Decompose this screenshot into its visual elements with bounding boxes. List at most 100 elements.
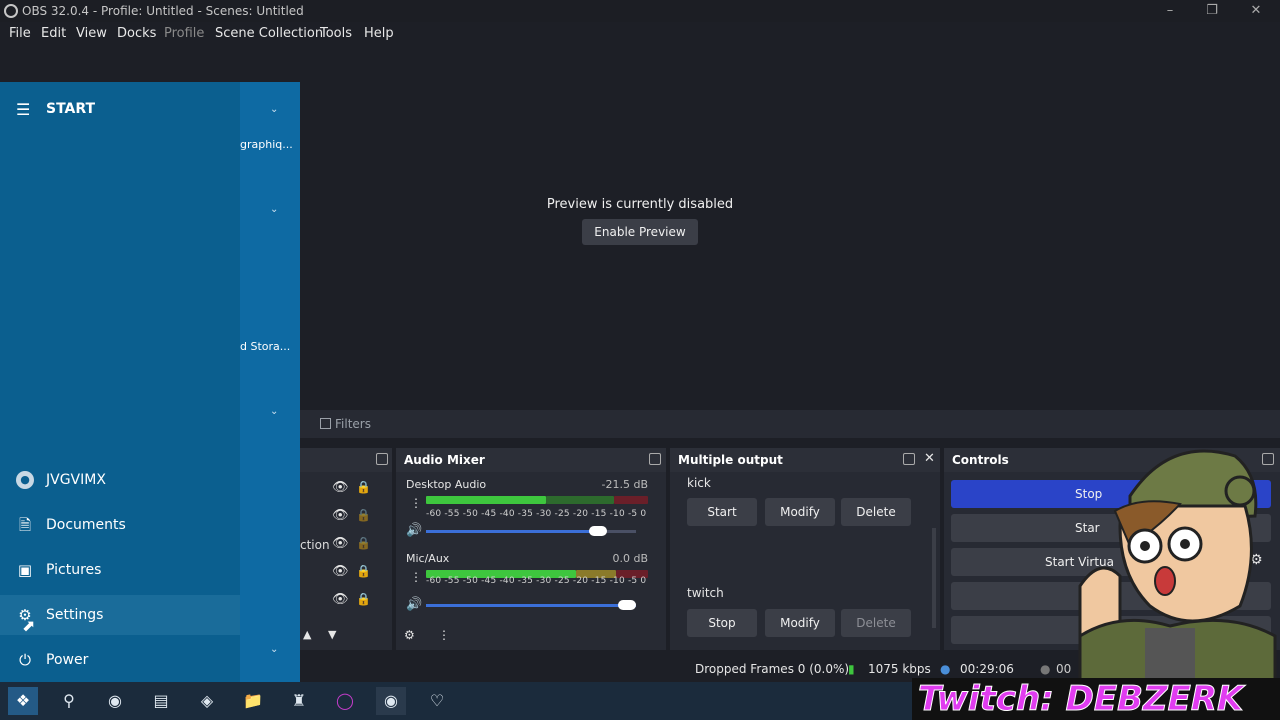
source-name-partial: ction (300, 538, 330, 552)
filters-label: Filters (335, 417, 371, 431)
close-button[interactable]: ✕ (1234, 0, 1278, 22)
move-down-icon[interactable]: ▼ (328, 628, 336, 641)
mouse-cursor-icon: ⬈ (22, 616, 36, 635)
gamepad-icon[interactable]: ♜ (284, 687, 314, 715)
tile-label: d Stora... (240, 340, 291, 353)
chevron-down-icon[interactable]: ⌄ (270, 204, 278, 215)
channel-level: 0.0 dB (612, 552, 648, 565)
kick-delete-button[interactable]: Delete (841, 498, 911, 526)
windows-start-icon[interactable]: ❖ (8, 687, 38, 715)
channel-name: Desktop Audio (406, 478, 487, 491)
preview-disabled-message: Preview is currently disabled (546, 197, 734, 212)
lock-icon[interactable]: 🔒 (356, 564, 371, 578)
undock-icon[interactable] (376, 453, 388, 465)
mixer-menu-icon[interactable]: ⋮ (438, 628, 450, 642)
kick-modify-button[interactable]: Modify (765, 498, 835, 526)
visibility-icon[interactable]: 👁 (332, 564, 349, 579)
search-icon[interactable]: ⚲ (54, 687, 84, 715)
menu-profile[interactable]: Profile (164, 22, 204, 46)
visibility-icon[interactable]: 👁 (332, 592, 349, 607)
menu-help[interactable]: Help (364, 22, 394, 46)
broadcast-icon[interactable]: ◉ (100, 687, 130, 715)
channel-menu-icon[interactable]: ⋮ (410, 496, 422, 510)
hamburger-icon[interactable]: ☰ (16, 100, 30, 119)
audio-mixer-title: Audio Mixer (396, 448, 666, 472)
channel-name: Mic/Aux (406, 552, 450, 565)
volume-slider-track[interactable] (426, 604, 636, 607)
menu-view[interactable]: View (76, 22, 107, 46)
power-item[interactable]: ⏻ Power (0, 640, 240, 680)
output-name: twitch (687, 586, 724, 600)
folder-icon[interactable]: 📁 (238, 687, 268, 715)
lock-icon[interactable]: 🔒 (356, 480, 371, 494)
mixer-settings-icon[interactable]: ⚙ (404, 628, 415, 642)
tile-label: graphiq... (240, 138, 293, 151)
window-titlebar: OBS 32.0.4 - Profile: Untitled - Scenes:… (0, 0, 1280, 22)
undock-icon[interactable] (649, 453, 661, 465)
multiple-output-dock: Multiple output ✕ kick Start Modify Dele… (670, 448, 940, 650)
menu-file[interactable]: File (9, 22, 31, 46)
visibility-icon[interactable]: 👁 (332, 480, 349, 495)
move-up-icon[interactable]: ▲ (303, 628, 311, 641)
scrollbar[interactable] (932, 528, 936, 628)
chevron-down-icon[interactable]: ⌄ (270, 644, 278, 655)
volume-slider-handle[interactable] (589, 526, 608, 536)
chevron-down-icon[interactable]: ⌄ (270, 406, 278, 417)
settings-label: Settings (46, 607, 104, 623)
obs-logo-icon (4, 4, 18, 18)
channel-level: -21.5 dB (601, 478, 649, 491)
multiple-output-title: Multiple output (670, 448, 940, 472)
pictures-item[interactable]: ▣ Pictures (0, 550, 240, 590)
menu-edit[interactable]: Edit (41, 22, 66, 46)
lock-icon[interactable]: 🔒 (356, 592, 371, 606)
menu-docks[interactable]: Docks (117, 22, 156, 46)
sources-dock: ction 👁 🔒 👁 🔒 👁 🔒 👁 🔒 👁 🔒 ▲ ▼ (300, 448, 392, 650)
app-icon[interactable]: ◈ (192, 687, 222, 715)
lock-icon[interactable]: 🔒 (356, 508, 371, 522)
channel-menu-icon[interactable]: ⋮ (410, 570, 422, 584)
volume-slider-handle[interactable] (618, 600, 636, 610)
chevron-down-icon[interactable]: ⌄ (270, 104, 278, 115)
user-account[interactable]: ● JVGVIMX (0, 460, 240, 500)
volume-meter (546, 496, 614, 504)
twitch-modify-button[interactable]: Modify (765, 609, 835, 637)
maximize-button[interactable]: ❐ (1190, 0, 1234, 22)
meter-ticks: -60 -55 -50 -45 -40 -35 -30 -25 -20 -15 … (426, 576, 647, 586)
user-name: JVGVIMX (46, 472, 106, 488)
speaker-icon[interactable]: 🔊 (406, 523, 422, 538)
start-menu-rail (0, 82, 240, 682)
twitch-delete-button[interactable]: Delete (841, 609, 911, 637)
speaker-icon[interactable]: 🔊 (406, 597, 422, 612)
documents-label: Documents (46, 517, 126, 533)
volume-meter (614, 496, 648, 504)
settings-item[interactable]: ⚙ Settings (0, 595, 240, 635)
streamer-avatar-overlay (1078, 449, 1277, 682)
visibility-icon[interactable]: 👁 (332, 508, 349, 523)
close-dock-icon[interactable]: ✕ (924, 451, 935, 466)
enable-preview-button[interactable]: Enable Preview (582, 219, 698, 245)
bitrate-icon: ▮ (848, 662, 855, 676)
minimize-button[interactable]: – (1148, 0, 1192, 22)
volume-slider-fill (426, 530, 599, 533)
app-icon[interactable]: ▤ (146, 687, 176, 715)
document-icon: 🗎 (18, 516, 32, 534)
user-avatar-icon: ● (16, 471, 34, 489)
app-icon[interactable]: ♡ (422, 687, 452, 715)
menu-tools[interactable]: Tools (320, 22, 352, 46)
pictures-label: Pictures (46, 562, 102, 578)
kick-start-button[interactable]: Start (687, 498, 757, 526)
audio-mixer-dock: Audio Mixer Desktop Audio -21.5 dB ⋮ -60… (396, 448, 666, 650)
twitch-overlay-banner: Twitch: DEBZERK (912, 678, 1280, 720)
opera-icon[interactable]: ◯ (330, 687, 360, 715)
output-name: kick (687, 476, 711, 490)
preview-area (300, 46, 1280, 410)
undock-icon[interactable] (903, 453, 915, 465)
lock-icon[interactable]: 🔒 (356, 536, 371, 550)
visibility-icon[interactable]: 👁 (332, 536, 349, 551)
twitch-stop-button[interactable]: Stop (687, 609, 757, 637)
menu-bar: File Edit View Docks Profile Scene Colle… (0, 22, 1280, 46)
filters-button[interactable]: Filters (320, 415, 371, 433)
obs-taskbar-icon[interactable]: ◉ (376, 687, 406, 715)
menu-scene-collection[interactable]: Scene Collection (215, 22, 323, 46)
documents-item[interactable]: 🗎 Documents (0, 505, 240, 545)
